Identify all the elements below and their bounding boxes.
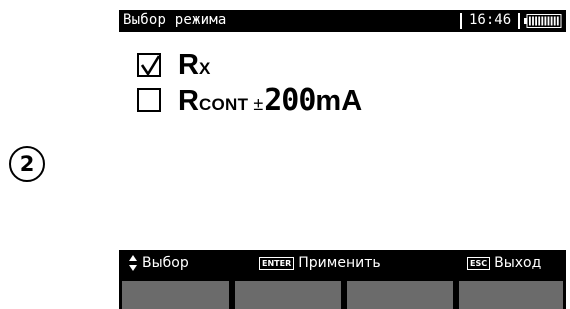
option-rcont-current-value: 200 bbox=[264, 82, 316, 118]
battery-segment bbox=[547, 16, 550, 26]
option-rx-sub: X bbox=[198, 58, 211, 78]
screen-title: Выбор режима bbox=[123, 12, 227, 28]
battery-segment bbox=[535, 16, 537, 26]
hint-select-label: Выбор bbox=[142, 255, 189, 271]
softkey-4[interactable] bbox=[459, 281, 563, 309]
option-rcont-label: R CONT ±200 mA bbox=[178, 83, 362, 118]
battery-segment bbox=[550, 16, 553, 26]
hint-apply-label: Применить bbox=[298, 255, 381, 271]
step-number-badge: 2 bbox=[9, 146, 45, 182]
battery-full-icon bbox=[524, 14, 562, 28]
battery-segment bbox=[544, 16, 547, 26]
option-rcont-checkbox[interactable] bbox=[137, 88, 161, 112]
enter-key-icon: ENTER bbox=[259, 256, 295, 270]
clock: 16:46 bbox=[469, 12, 512, 28]
clock-divider bbox=[518, 13, 520, 29]
softkey-bar bbox=[119, 276, 566, 309]
title-bar: Выбор режима 16:46 bbox=[119, 10, 566, 32]
option-rcont-plusminus: ± bbox=[253, 93, 264, 114]
softkey-3[interactable] bbox=[347, 281, 453, 309]
option-rcont-sub: CONT bbox=[198, 94, 249, 114]
option-rx[interactable]: RX bbox=[137, 48, 211, 82]
softkey-1[interactable] bbox=[122, 281, 229, 309]
hint-apply: ENTER Применить bbox=[259, 255, 381, 271]
hint-select: Выбор bbox=[129, 255, 189, 271]
option-rcont[interactable]: R CONT ±200 mA bbox=[137, 83, 362, 118]
battery-segment bbox=[556, 16, 559, 26]
battery-segment bbox=[553, 16, 556, 26]
title-divider bbox=[460, 13, 462, 29]
esc-key-icon: ESC bbox=[467, 256, 491, 270]
battery-segment bbox=[529, 16, 531, 26]
hint-exit-label: Выход bbox=[494, 255, 542, 271]
softkey-2[interactable] bbox=[235, 281, 341, 309]
step-number: 2 bbox=[19, 152, 35, 176]
option-rx-label: RX bbox=[178, 49, 211, 82]
up-down-arrows-icon bbox=[129, 255, 137, 271]
hint-bar: Выбор ENTER Применить ESC Выход bbox=[119, 250, 566, 276]
battery-segment bbox=[541, 16, 544, 26]
option-rx-checkbox[interactable] bbox=[137, 53, 161, 77]
device-screen: Выбор режима 16:46 RX R CONT ±200 mA Выб… bbox=[119, 10, 566, 309]
battery-segment bbox=[532, 16, 534, 26]
hint-exit: ESC Выход bbox=[467, 255, 541, 271]
battery-segment bbox=[538, 16, 541, 26]
option-rx-main: R bbox=[178, 48, 199, 81]
option-rcont-unit: mA bbox=[315, 84, 363, 117]
check-mark-icon bbox=[140, 55, 161, 77]
option-rcont-main: R bbox=[178, 84, 199, 117]
